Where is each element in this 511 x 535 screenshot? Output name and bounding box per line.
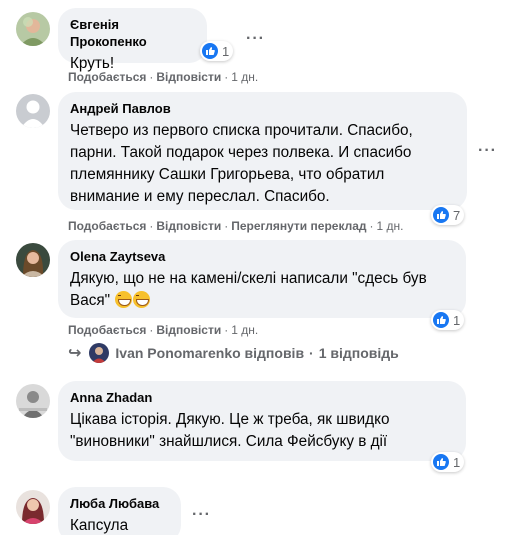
reaction-count-value: 7 <box>453 207 461 223</box>
comment-text: Цікава історія. Дякую. Це ж треба, як шв… <box>70 411 390 450</box>
comment-text: Дякую, що не на камені/скелі написали "с… <box>70 268 454 312</box>
comment-text: Четверо из первого списка прочитали. Спа… <box>70 122 413 205</box>
more-options-icon[interactable]: ··· <box>192 507 211 523</box>
avatar[interactable] <box>16 94 50 128</box>
comment-actions: Подобається · Відповісти · Переглянути перек… <box>68 219 404 233</box>
reply-link[interactable]: Відповісти <box>156 70 221 84</box>
like-icon <box>433 207 449 223</box>
grinning-emoji-icon <box>115 291 133 308</box>
reply-count: 1 відповідь <box>318 345 399 361</box>
comment-bubble: Люба Любава Капсула часу)) <box>58 487 181 535</box>
comment-actions: Подобається · Відповісти · 1 дн. <box>68 323 259 337</box>
like-icon <box>433 454 449 470</box>
reaction-count[interactable]: 1 <box>431 310 465 330</box>
comment-author[interactable]: Anna Zhadan <box>70 389 454 406</box>
like-link[interactable]: Подобається <box>68 323 146 337</box>
more-options-icon[interactable]: ··· <box>246 31 265 47</box>
like-icon <box>202 43 218 59</box>
like-link[interactable]: Подобається <box>68 219 146 233</box>
reaction-count-value: 1 <box>453 454 461 470</box>
grinning-emoji-icon <box>133 291 151 308</box>
reaction-count-value: 1 <box>222 43 230 59</box>
view-replies-link[interactable]: ↪ Ivan Ponomarenko відповів · 1 відповідь <box>68 343 399 363</box>
reply-link[interactable]: Відповісти <box>156 219 221 233</box>
comment-time[interactable]: 1 дн. <box>231 70 258 84</box>
comment-time[interactable]: 1 дн. <box>231 323 258 337</box>
avatar <box>89 343 110 363</box>
like-link[interactable]: Подобається <box>68 70 146 84</box>
comment-author[interactable]: Андрей Павлов <box>70 100 455 117</box>
more-options-icon[interactable]: ··· <box>478 143 497 159</box>
comment-bubble: Євгенія Прокопенко Круть! <box>58 8 207 72</box>
like-icon <box>433 312 449 328</box>
reply-arrow-icon: ↪ <box>68 345 82 362</box>
reaction-count[interactable]: 7 <box>431 205 465 225</box>
reaction-count[interactable]: 1 <box>200 41 234 61</box>
comment-bubble: Андрей Павлов Четверо из первого списка … <box>58 92 467 210</box>
reaction-count-value: 1 <box>453 312 461 328</box>
translate-link[interactable]: Переглянути переклад <box>231 219 366 233</box>
avatar[interactable] <box>16 12 50 46</box>
avatar[interactable] <box>16 243 50 277</box>
comment-bubble: Anna Zhadan Цікава історія. Дякую. Це ж … <box>58 381 466 461</box>
avatar[interactable] <box>16 490 50 524</box>
comment-author[interactable]: Євгенія Прокопенко <box>70 16 195 50</box>
comment-time[interactable]: 1 дн. <box>377 219 404 233</box>
reply-link[interactable]: Відповісти <box>156 323 221 337</box>
comment-author[interactable]: Люба Любава <box>70 495 169 512</box>
reaction-count[interactable]: 1 <box>431 452 465 472</box>
comment-text: Капсула часу)) <box>70 517 129 534</box>
reply-author: Ivan Ponomarenko відповів <box>115 345 305 361</box>
comment-bubble: Olena Zaytseva Дякую, що не на камені/ск… <box>58 240 466 318</box>
comment-author[interactable]: Olena Zaytseva <box>70 248 454 265</box>
comment-actions: Подобається · Відповісти · 1 дн. <box>68 70 259 84</box>
avatar[interactable] <box>16 384 50 418</box>
